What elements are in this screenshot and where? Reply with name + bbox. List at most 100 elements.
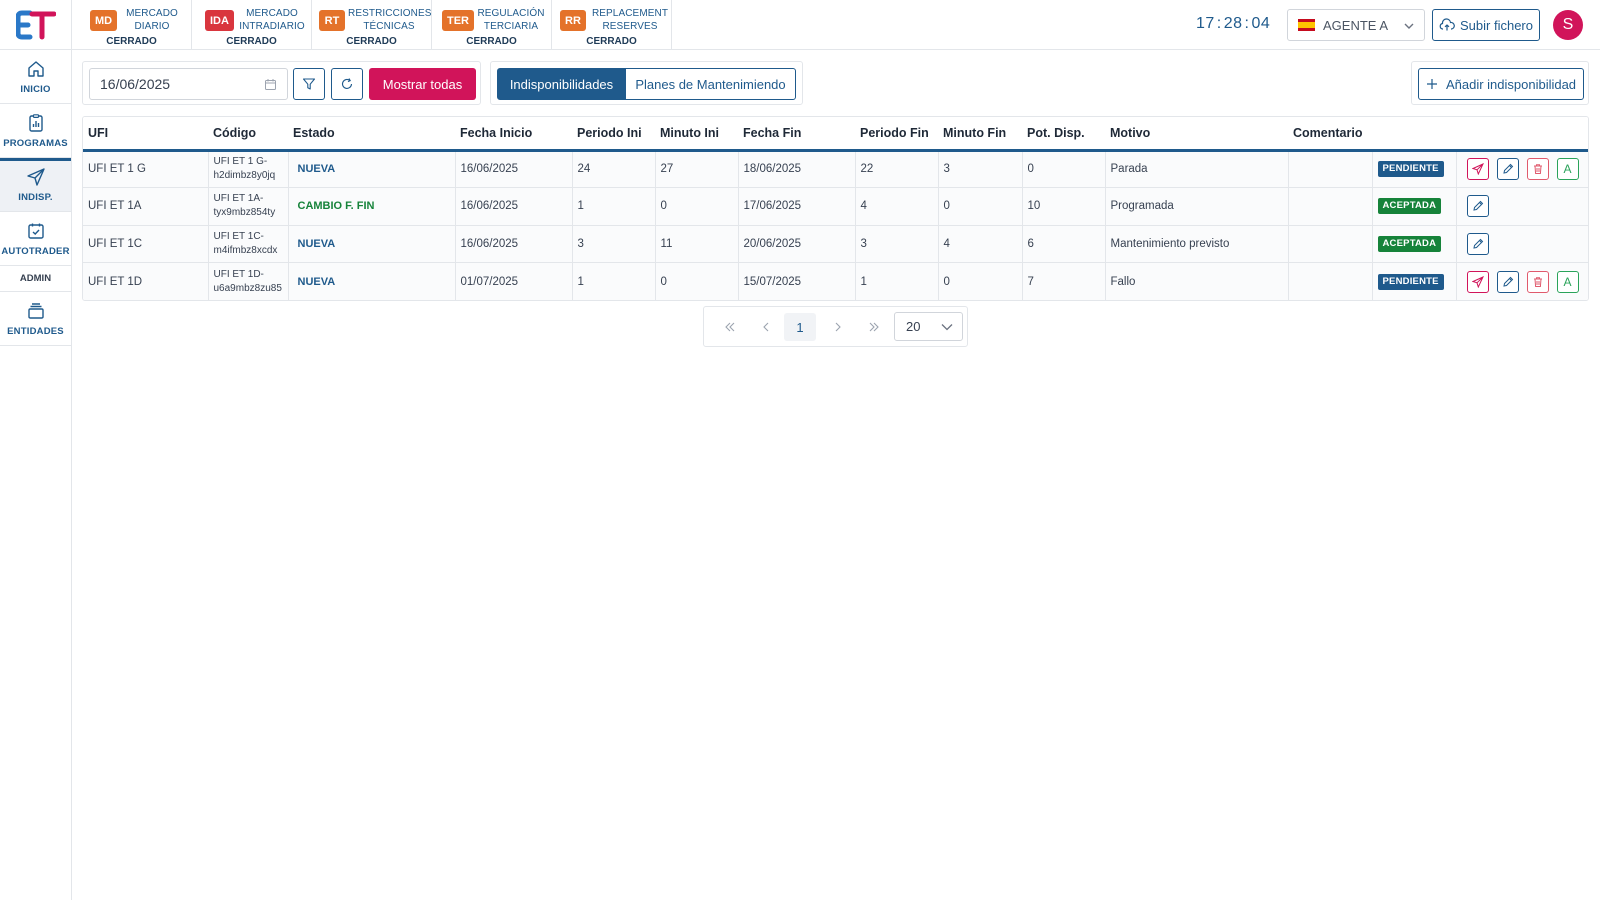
send-icon [26, 167, 45, 186]
pencil-icon [1472, 201, 1483, 211]
accept-a-icon: A [1563, 162, 1572, 177]
delete-button[interactable] [1526, 270, 1549, 293]
column-header[interactable]: Periodo Ini [572, 117, 655, 152]
market-rt[interactable]: RT RESTRICCIONES TÉCNICAS CERRADO [312, 0, 432, 50]
table-row[interactable]: UFI ET 1C UFI ET 1C-m4ifmbz8xcdx NUEVA 16/0… [83, 224, 1588, 263]
page-size-select[interactable]: 20 [894, 312, 963, 341]
top-bar: MD MERCADO DIARIO CERRADO IDA MERCADO INTR… [0, 0, 1600, 50]
table-row[interactable]: UFI ET 1D UFI ET 1D-u6a9mbz8zu85 NUEVA 01/0… [83, 262, 1588, 300]
cloud-upload-icon [1439, 18, 1455, 31]
market-state: CERRADO [346, 36, 397, 47]
accept-button[interactable]: A [1556, 158, 1579, 181]
market-ter[interactable]: TER REGULACIÓN TERCIARIA CERRADO [432, 0, 552, 50]
chevron-down-icon [941, 324, 953, 331]
first-page-button[interactable] [714, 313, 746, 341]
chevrons-left-icon [725, 322, 735, 332]
column-header[interactable]: Fecha Fin [738, 117, 855, 152]
chevron-left-icon [763, 322, 769, 332]
add-unavailability-button[interactable]: Añadir indisponibilidad [1418, 68, 1584, 100]
cell-code: UFI ET 1D-u6a9mbz8zu85 [207, 262, 288, 300]
cell-periodo-fin: 22 [854, 149, 938, 188]
market-name: RESTRICCIONES TÉCNICAS [348, 8, 432, 32]
market-status-bar: MD MERCADO DIARIO CERRADO IDA MERCADO INTR… [72, 0, 672, 50]
cell-actions: A [1455, 262, 1588, 300]
cell-pot-disp: 0 [1021, 149, 1105, 188]
upload-file-button[interactable]: Subir fichero [1432, 9, 1540, 41]
unavailability-table: UFI Código Estado Fecha Inicio Periodo I… [82, 116, 1589, 301]
tab-planes-mantenimiento[interactable]: Planes de Mantenimiendo [625, 68, 796, 100]
send-button[interactable] [1466, 158, 1489, 181]
sidebar-item-label: INICIO [20, 83, 51, 95]
home-icon [27, 60, 44, 77]
cell-comentario [1287, 262, 1372, 300]
cell-periodo-ini: 3 [571, 224, 655, 263]
last-page-button[interactable] [858, 313, 890, 341]
tab-indisponibilidades[interactable]: Indisponibilidades [497, 68, 626, 100]
cell-status: ACEPTADA [1371, 187, 1456, 225]
market-code-badge: TER [442, 10, 474, 31]
market-name: MERCADO INTRADIARIO [239, 8, 305, 32]
cell-minuto-ini: 11 [654, 224, 738, 263]
market-state: CERRADO [586, 36, 637, 47]
column-header[interactable]: Minuto Fin [938, 117, 1022, 152]
sidebar-item-inicio[interactable]: INICIO [0, 50, 71, 104]
next-page-button[interactable] [822, 313, 854, 341]
table-row[interactable]: UFI ET 1 G UFI ET 1 G-h2dimbz8y0jq NUEVA 16… [83, 149, 1588, 188]
sidebar-item-label: ENTIDADES [7, 325, 64, 337]
market-name: REGULACIÓN TERCIARIA [477, 8, 545, 32]
column-header[interactable]: UFI [83, 117, 208, 152]
spain-flag-icon [1298, 19, 1315, 31]
column-header[interactable]: Fecha Inicio [455, 117, 572, 152]
edit-button[interactable] [1466, 232, 1489, 255]
sidebar-item-programas[interactable]: PROGRAMAS [0, 104, 71, 158]
cell-periodo-ini: 1 [571, 262, 655, 300]
sidebar-section-admin: ADMIN [0, 266, 71, 292]
cell-minuto-fin: 0 [937, 187, 1022, 225]
market-state: CERRADO [226, 36, 277, 47]
show-all-button[interactable]: Mostrar todas [369, 68, 476, 100]
prev-page-button[interactable] [750, 313, 782, 341]
cell-fecha-fin: 18/06/2025 [737, 149, 855, 188]
market-rr[interactable]: RR REPLACEMENT RESERVES CERRADO [552, 0, 672, 50]
cell-minuto-fin: 0 [937, 262, 1022, 300]
market-ida[interactable]: IDA MERCADO INTRADIARIO CERRADO [192, 0, 312, 50]
user-avatar[interactable]: S [1553, 10, 1583, 40]
filter-icon [302, 78, 316, 90]
agent-label: AGENTE A [1323, 17, 1389, 33]
column-header[interactable]: Periodo Fin [855, 117, 938, 152]
send-button[interactable] [1466, 270, 1489, 293]
sidebar-item-indisp[interactable]: INDISP. [0, 158, 71, 212]
status-badge: ACEPTADA [1377, 235, 1442, 252]
column-header[interactable]: Comentario [1288, 117, 1372, 152]
calendar-check-icon [27, 223, 44, 239]
sidebar-item-autotrader[interactable]: AUTOTRADER [0, 212, 71, 266]
edit-button[interactable] [1496, 158, 1519, 181]
clock-minutes: 28 [1223, 15, 1243, 32]
column-header[interactable]: Motivo [1105, 117, 1288, 152]
column-header[interactable]: Estado [288, 117, 455, 152]
column-header[interactable]: Pot. Disp. [1022, 117, 1105, 152]
accept-button[interactable]: A [1556, 270, 1579, 293]
edit-button[interactable] [1496, 270, 1519, 293]
column-header[interactable]: Código [208, 117, 288, 152]
edit-button[interactable] [1466, 195, 1489, 218]
cell-minuto-ini: 27 [654, 149, 738, 188]
column-header[interactable]: Minuto Ini [655, 117, 738, 152]
agent-select[interactable]: AGENTE A [1287, 9, 1425, 41]
market-code-badge: RT [319, 10, 345, 31]
cell-actions [1455, 187, 1588, 225]
app-logo[interactable] [0, 0, 72, 50]
refresh-button[interactable] [331, 68, 363, 100]
cell-motivo: Mantenimiento previsto [1104, 224, 1288, 263]
sidebar-item-entidades[interactable]: ENTIDADES [0, 292, 71, 346]
cell-fecha-fin: 17/06/2025 [737, 187, 855, 225]
filter-button[interactable] [293, 68, 325, 100]
cell-actions: A [1455, 149, 1588, 188]
table-row[interactable]: UFI ET 1A UFI ET 1A-tyx9mbz854ty CAMBIO F.… [83, 187, 1588, 225]
date-input[interactable]: 16/06/2025 [89, 68, 288, 100]
market-code-badge: IDA [205, 10, 234, 31]
delete-button[interactable] [1526, 158, 1549, 181]
market-md[interactable]: MD MERCADO DIARIO CERRADO [72, 0, 192, 50]
current-page[interactable]: 1 [784, 313, 816, 341]
add-label: Añadir indisponibilidad [1445, 76, 1577, 92]
